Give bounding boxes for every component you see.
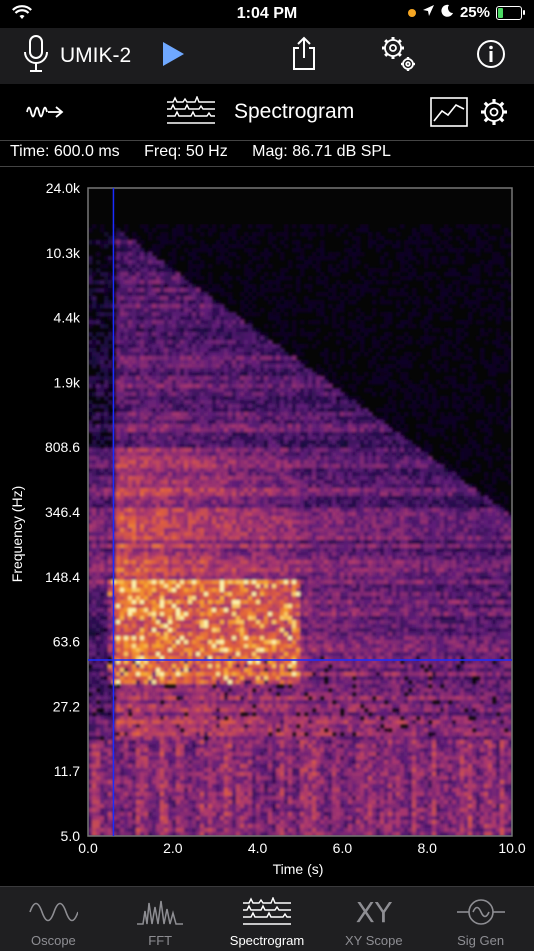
- info-button[interactable]: [476, 36, 506, 76]
- signal-generator-icon: [427, 895, 534, 929]
- tab-sig-gen[interactable]: Sig Gen: [427, 887, 534, 951]
- y-tick-label: 10.3k: [46, 245, 81, 261]
- y-axis-label: Frequency (Hz): [9, 486, 25, 582]
- x-tick-label: 6.0: [333, 840, 353, 856]
- tab-oscope[interactable]: Oscope: [0, 887, 107, 951]
- tab-label: Spectrogram: [214, 933, 321, 948]
- view-type-icon-wrapper: [165, 96, 217, 131]
- view-settings-button[interactable]: [479, 97, 509, 132]
- battery-percent: 25%: [460, 4, 490, 21]
- x-axis-label: Time (s): [273, 861, 324, 877]
- tab-label: Sig Gen: [427, 933, 534, 948]
- spectrogram-chart[interactable]: 24.0k 10.3k 4.4k 1.9k 808.6 346.4 148.4 63.6 27.…: [0, 168, 534, 886]
- view-header: Spectrogram: [0, 84, 534, 140]
- readout-time: Time: 600.0 ms: [10, 143, 120, 160]
- tab-label: Oscope: [0, 933, 107, 948]
- readout-freq: Freq: 50 Hz: [144, 143, 228, 160]
- play-icon: [160, 40, 186, 73]
- xy-glyph: XY: [356, 896, 392, 929]
- battery-icon: [496, 6, 522, 20]
- tab-fft[interactable]: FFT: [107, 887, 214, 951]
- status-bar: 1:04 PM 25%: [0, 0, 534, 28]
- tab-label: XY Scope: [320, 933, 427, 948]
- device-name: UMIK-2: [60, 44, 131, 68]
- play-button[interactable]: [160, 36, 186, 76]
- y-tick-label: 63.6: [53, 634, 80, 650]
- line-chart-icon: [430, 97, 468, 132]
- y-tick-label: 11.7: [54, 763, 80, 779]
- info-icon: [476, 39, 506, 74]
- x-tick-label: 0.0: [78, 840, 98, 856]
- x-tick-label: 2.0: [163, 840, 183, 856]
- x-tick-label: 8.0: [417, 840, 437, 856]
- tab-xy-scope[interactable]: XY XY Scope: [320, 887, 427, 951]
- y-tick-label: 27.2: [53, 698, 80, 714]
- spectrogram-icon: [214, 895, 321, 929]
- y-tick-label: 5.0: [61, 828, 81, 844]
- cursor-readout: Time: 600.0 ms Freq: 50 Hz Mag: 86.71 dB…: [10, 143, 411, 161]
- divider: [0, 140, 534, 141]
- moon-icon: [441, 4, 454, 21]
- signal-input-button[interactable]: [26, 100, 64, 129]
- tab-bar: Oscope FFT Spectrogram XY XY Scope: [0, 886, 534, 951]
- gear-icon: [479, 97, 509, 132]
- y-tick-label: 346.4: [45, 504, 80, 520]
- fft-icon: [107, 895, 214, 929]
- recording-indicator-icon: [408, 9, 416, 17]
- y-tick-label: 4.4k: [54, 310, 81, 326]
- waveform-arrow-icon: [26, 100, 64, 129]
- y-tick-label: 1.9k: [54, 374, 81, 390]
- display-mode-button[interactable]: [430, 97, 468, 132]
- x-tick-label: 10.0: [498, 840, 525, 856]
- microphone-icon: [22, 34, 50, 79]
- location-icon: [422, 4, 435, 21]
- sine-wave-icon: [0, 895, 107, 929]
- toolbar: UMIK-2: [0, 28, 534, 84]
- gears-icon: [378, 34, 418, 79]
- tab-label: FFT: [107, 933, 214, 948]
- divider: [0, 166, 534, 167]
- view-title: Spectrogram: [234, 100, 354, 124]
- y-tick-label: 148.4: [45, 569, 80, 585]
- share-icon: [290, 36, 318, 77]
- spectrogram-icon: [165, 96, 217, 131]
- x-tick-label: 4.0: [248, 840, 268, 856]
- readout-mag: Mag: 86.71 dB SPL: [252, 143, 391, 160]
- y-tick-label: 808.6: [45, 439, 80, 455]
- share-button[interactable]: [290, 36, 318, 76]
- y-tick-label: 24.0k: [46, 180, 81, 196]
- input-device-selector[interactable]: UMIK-2: [22, 36, 131, 76]
- xy-icon: XY: [320, 895, 427, 929]
- device-settings-button[interactable]: [378, 36, 418, 76]
- tab-spectrogram[interactable]: Spectrogram: [214, 887, 321, 951]
